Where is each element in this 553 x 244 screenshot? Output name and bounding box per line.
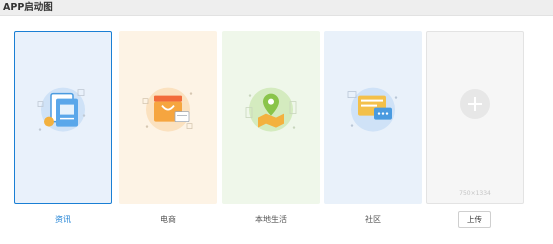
card-label-bendi[interactable]: 本地生活 xyxy=(222,214,320,226)
startup-card-bendi[interactable] xyxy=(222,31,320,204)
chat-community-icon xyxy=(347,87,398,132)
card-label-shequ[interactable]: 社区 xyxy=(324,214,422,226)
card-label-dianshang[interactable]: 电商 xyxy=(119,214,217,226)
image-size-hint: 750×1334 xyxy=(459,190,491,197)
startup-card-dianshang[interactable] xyxy=(119,31,217,204)
page-title: APP启动图 xyxy=(3,2,53,13)
upload-card[interactable]: 750×1334 xyxy=(426,31,524,204)
location-map-icon xyxy=(245,87,297,132)
upload-button[interactable]: 上传 xyxy=(458,211,491,228)
startup-card-shequ[interactable] xyxy=(324,31,422,204)
startup-card-zixun[interactable] xyxy=(14,31,112,204)
shop-storefront-icon xyxy=(142,87,193,132)
page-header: APP启动图 xyxy=(0,0,553,16)
card-label-zixun[interactable]: 资讯 xyxy=(14,214,112,226)
plus-icon xyxy=(460,88,490,119)
news-document-icon xyxy=(37,87,86,132)
